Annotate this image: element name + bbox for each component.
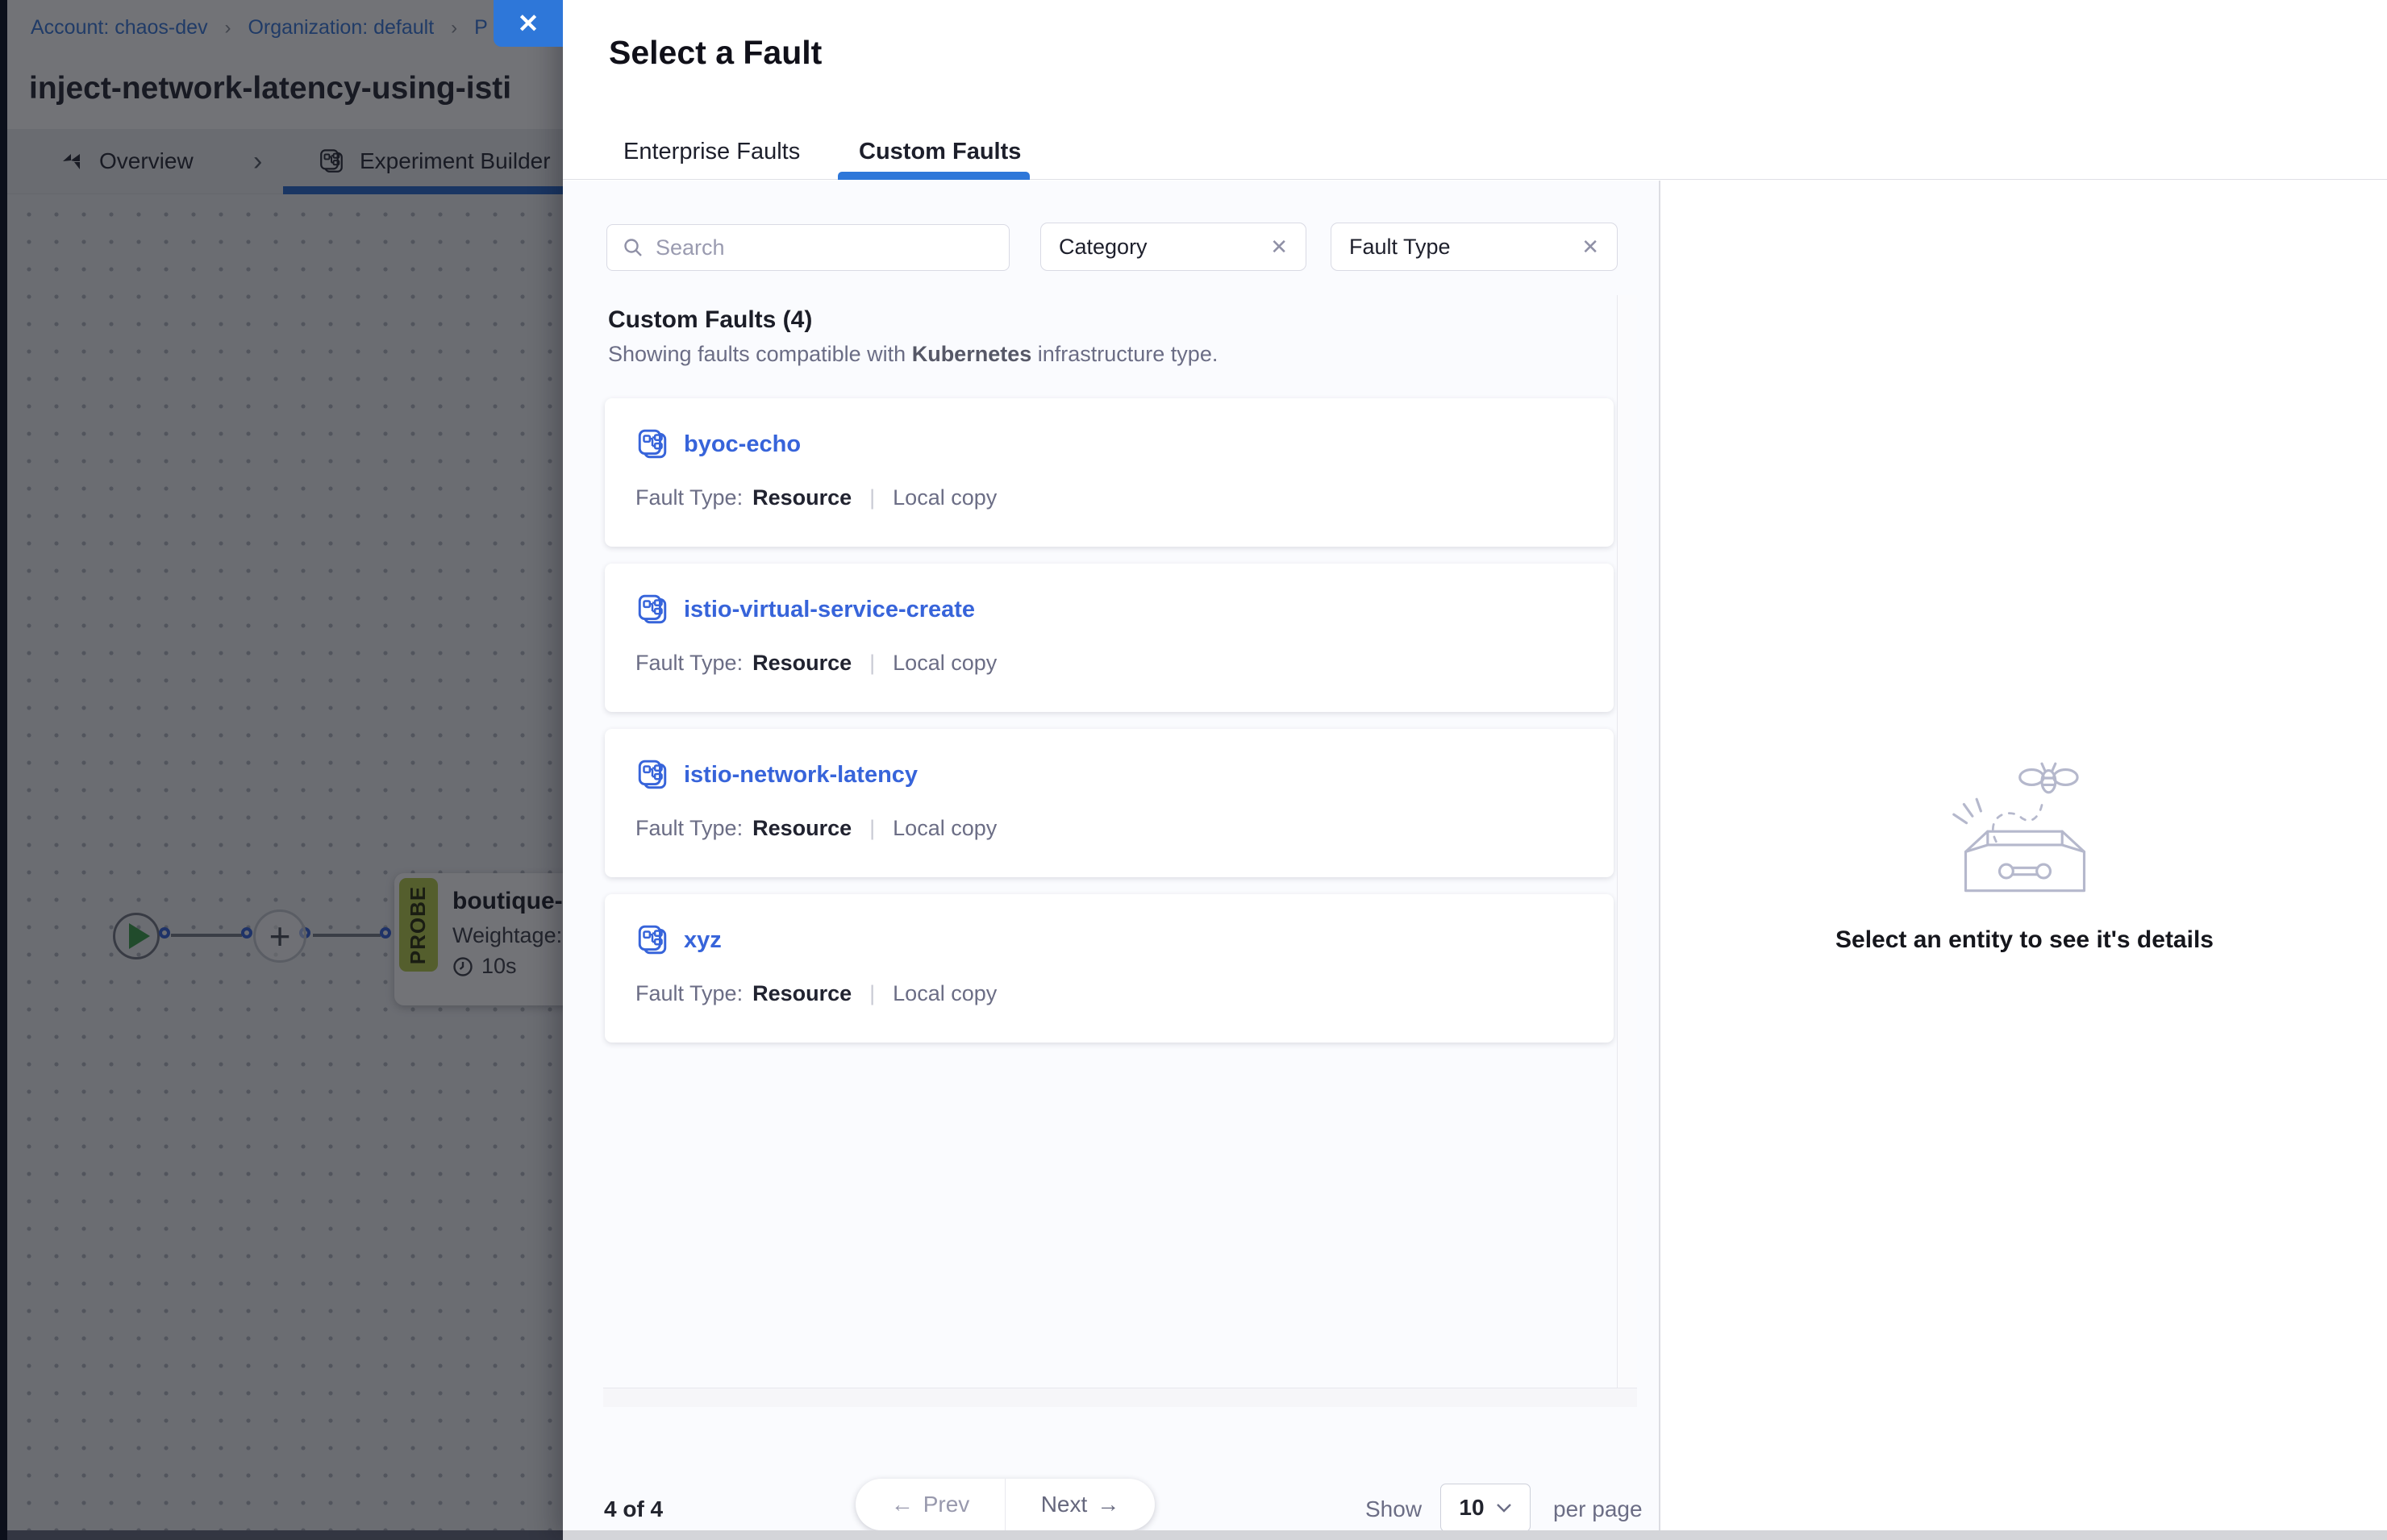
horizontal-scrollbar[interactable] [603,1388,1637,1407]
fault-name-link[interactable]: byoc-echo [684,431,801,458]
active-faults-tab-underline [838,172,1030,180]
clear-fault-type-icon[interactable]: ✕ [1581,235,1599,260]
chevron-down-icon [1496,1503,1512,1513]
empty-drawer-bee-illustration [1940,756,2110,901]
fault-name-link[interactable]: istio-virtual-service-create [684,597,975,623]
fault-icon [635,427,669,461]
local-copy-label: Local copy [893,981,997,1006]
fault-search [606,224,1010,271]
faults-scroll-area[interactable]: Custom Faults (4) Showing faults compati… [603,295,1637,1407]
next-page-button[interactable]: Next → [1006,1479,1155,1530]
search-input[interactable] [656,235,994,260]
fault-name-link[interactable]: xyz [684,927,722,954]
show-label: Show [1365,1496,1422,1522]
arrow-left-icon: ← [891,1492,914,1517]
page-hscrollbar-right[interactable] [563,1530,2387,1540]
fault-icon [635,923,669,957]
drawer-header: Select a Fault Enterprise Faults Custom … [563,0,2387,180]
category-filter[interactable]: Category ✕ [1040,223,1306,271]
fault-meta: Fault Type: Resource | Local copy [635,485,997,510]
fault-detail-pane: Select an entity to see it's details [1659,181,2387,1540]
fault-icon [635,758,669,792]
clear-category-icon[interactable]: ✕ [1270,235,1288,260]
prev-page-button[interactable]: ← Prev [856,1479,1006,1530]
fault-card-istio-network-latency[interactable]: istio-network-latency Fault Type: Resour… [605,729,1614,877]
fault-name-link[interactable]: istio-network-latency [684,762,918,789]
drawer-title: Select a Fault [609,34,822,72]
pagination-count: 4 of 4 [604,1496,663,1522]
arrow-right-icon: → [1097,1492,1119,1517]
category-filter-label: Category [1059,235,1148,260]
faults-count-heading: Custom Faults (4) [608,306,812,334]
search-icon [622,236,644,259]
fault-card-byoc-echo[interactable]: byoc-echo Fault Type: Resource | Local c… [605,398,1614,547]
app-root: Account: chaos-dev › Organization: defau… [0,0,2387,1540]
fault-card-xyz[interactable]: xyz Fault Type: Resource | Local copy [605,894,1614,1043]
select-fault-drawer: Select a Fault Enterprise Faults Custom … [563,0,2387,1540]
empty-state-text: Select an entity to see it's details [1660,926,2387,954]
vertical-scrollbar[interactable] [1617,295,1637,1388]
fault-type-filter[interactable]: Fault Type ✕ [1331,223,1618,271]
faults-compat-subtitle: Showing faults compatible with Kubernete… [608,342,1218,367]
faults-list-pane: Category ✕ Fault Type ✕ Custom Faults (4… [563,181,1659,1540]
fault-card-istio-virtual-service-create[interactable]: istio-virtual-service-create Fault Type:… [605,564,1614,712]
tab-enterprise-faults[interactable]: Enterprise Faults [623,139,800,179]
local-copy-label: Local copy [893,816,997,841]
fault-meta: Fault Type: Resource | Local copy [635,981,997,1006]
per-page-label: per page [1553,1496,1643,1522]
local-copy-label: Local copy [893,651,997,676]
fault-meta: Fault Type: Resource | Local copy [635,816,997,841]
drawer-close-button[interactable]: ✕ [494,0,563,47]
fault-type-filter-label: Fault Type [1349,235,1451,260]
modal-dim-overlay[interactable] [0,0,563,1540]
local-copy-label: Local copy [893,485,997,510]
pagination-buttons: ← Prev Next → [856,1479,1155,1530]
fault-meta: Fault Type: Resource | Local copy [635,651,997,676]
fault-icon [635,593,669,626]
page-size-select[interactable]: 10 [1440,1484,1531,1532]
empty-state: Select an entity to see it's details [1660,756,2387,954]
